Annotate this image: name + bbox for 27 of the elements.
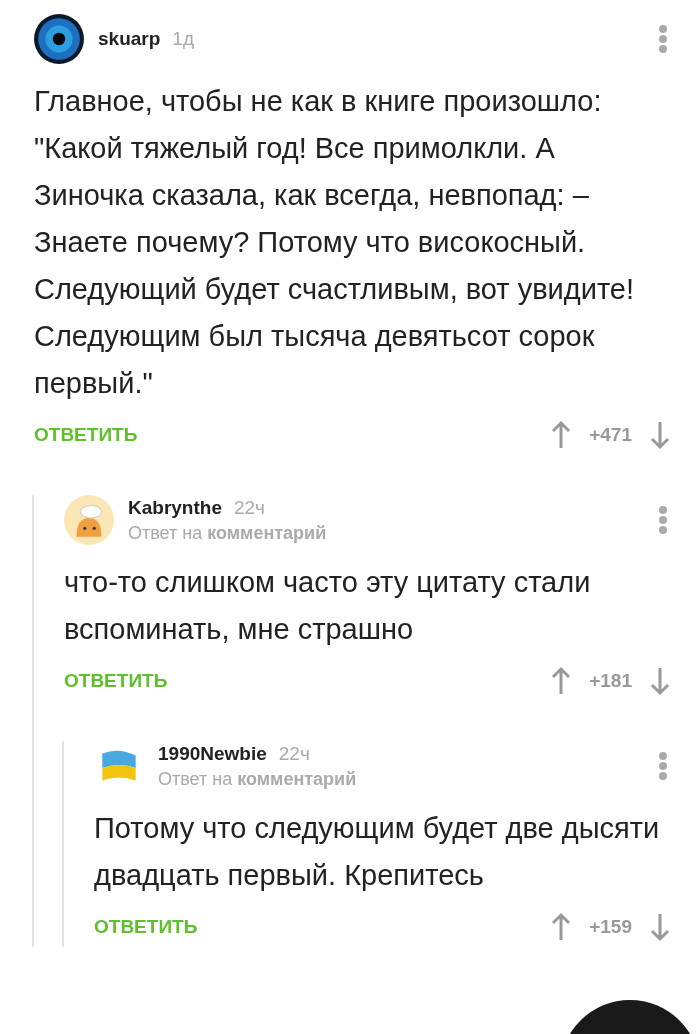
comment-time: 22ч bbox=[278, 742, 310, 765]
author-name[interactable]: skuarp bbox=[98, 28, 161, 50]
vote-score: +159 bbox=[589, 916, 632, 938]
more-icon[interactable] bbox=[658, 24, 668, 54]
reply-to-link[interactable]: Ответ на комментарий bbox=[128, 522, 644, 544]
more-icon[interactable] bbox=[658, 505, 668, 535]
comment-time: 22ч bbox=[233, 496, 265, 519]
author-name[interactable]: 1990Newbie bbox=[158, 742, 267, 765]
upvote-icon[interactable] bbox=[551, 912, 572, 942]
reply-button[interactable]: ОТВЕТИТЬ bbox=[94, 916, 198, 938]
downvote-icon[interactable] bbox=[650, 420, 670, 450]
upvote-icon[interactable] bbox=[551, 420, 572, 450]
author-name[interactable]: Kabrynthe bbox=[128, 496, 222, 519]
reply-to-link[interactable]: Ответ на комментарий bbox=[158, 768, 644, 790]
comment-time: 1д bbox=[172, 28, 194, 50]
more-icon[interactable] bbox=[658, 751, 668, 781]
avatar-icon[interactable] bbox=[34, 14, 84, 64]
reply-button[interactable]: ОТВЕТИТЬ bbox=[64, 670, 168, 692]
comment-text: что-то слишком часто эту цитату стали вспоминать, мне страшно bbox=[64, 565, 592, 647]
vote-score: +471 bbox=[589, 424, 632, 446]
upvote-icon[interactable] bbox=[551, 666, 572, 696]
comment-text: Главное, чтобы не как в книге произошло: "Какой тяжелый год! Все примолкли. А Зиночка сказала, как всегда, невпопад: – Знаете почему? Потому что високосный. Следующий будет счастливым, вот увидите! Следующим был тысяча девятьсот сорок первый." bbox=[34, 84, 636, 401]
downvote-icon[interactable] bbox=[650, 666, 670, 696]
downvote-icon[interactable] bbox=[650, 912, 670, 942]
comment-text: Потому что следующим будет две дысяти двадцать первый. Крепитесь bbox=[94, 811, 661, 893]
vote-score: +181 bbox=[589, 670, 632, 692]
reply-button[interactable]: ОТВЕТИТЬ bbox=[34, 424, 138, 446]
